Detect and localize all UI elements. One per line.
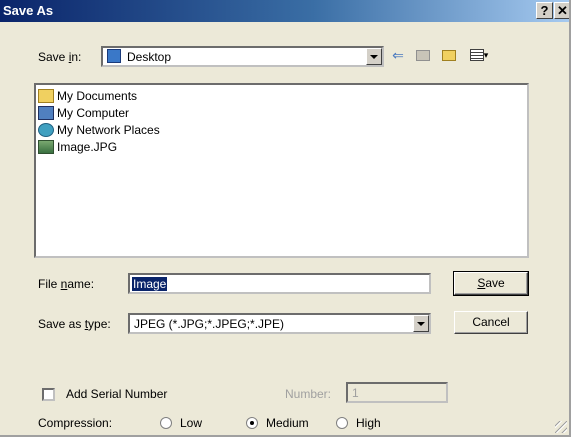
compression-high-radio[interactable] [336,417,348,429]
list-item[interactable]: My Network Places [38,121,160,138]
number-field[interactable]: 1 [346,382,448,403]
view-menu-icon[interactable]: ▾ [466,46,492,64]
back-arrow-icon[interactable]: ⇐ [390,46,406,64]
resize-grip[interactable] [555,421,567,433]
save-as-type-dropdown-button[interactable] [413,315,429,332]
save-button[interactable]: Save [453,271,529,296]
file-name-value: Image [132,277,168,291]
title-bar[interactable]: Save As ? ✕ [0,0,569,22]
computer-icon [38,105,54,120]
compression-low-radio[interactable] [160,417,172,429]
save-in-dropdown-button[interactable] [366,48,382,65]
new-folder-icon[interactable] [438,46,460,64]
list-item[interactable]: My Documents [38,87,137,104]
list-item[interactable]: My Computer [38,104,129,121]
save-in-value: Desktop [127,50,172,64]
add-serial-number-checkbox[interactable] [42,388,55,401]
window-title: Save As [3,3,54,18]
cancel-button[interactable]: Cancel [454,311,528,334]
number-label: Number: [285,387,332,401]
image-file-icon [38,139,54,154]
close-button[interactable]: ✕ [554,2,569,19]
list-item[interactable]: Image.JPG [38,138,117,155]
up-folder-icon[interactable] [414,46,432,64]
help-button[interactable]: ? [536,2,553,19]
save-as-type-label: Save as type: [38,317,111,331]
save-as-dialog: Save As ? ✕ Save in: Desktop ⇐ ▾ My Docu… [0,0,571,437]
compression-high-label: High [356,416,381,430]
save-in-label: Save in: [38,50,82,64]
desktop-icon [107,49,121,63]
compression-low-label: Low [180,416,203,430]
save-as-type-combo[interactable]: JPEG (*.JPG;*.JPEG;*.JPE) [128,313,431,334]
file-list[interactable]: My Documents My Computer My Network Plac… [34,83,529,258]
save-in-combo[interactable]: Desktop [101,46,384,67]
number-value: 1 [352,386,359,400]
save-as-type-value: JPEG (*.JPG;*.JPEG;*.JPE) [134,317,285,331]
add-serial-number-label: Add Serial Number [66,387,168,401]
compression-label: Compression: [38,416,113,430]
folder-icon [38,88,54,103]
compression-medium-radio[interactable] [246,417,258,429]
network-icon [38,122,54,137]
file-name-label: File name: [38,277,95,291]
compression-medium-label: Medium [266,416,309,430]
file-name-field[interactable]: Image [128,273,431,294]
